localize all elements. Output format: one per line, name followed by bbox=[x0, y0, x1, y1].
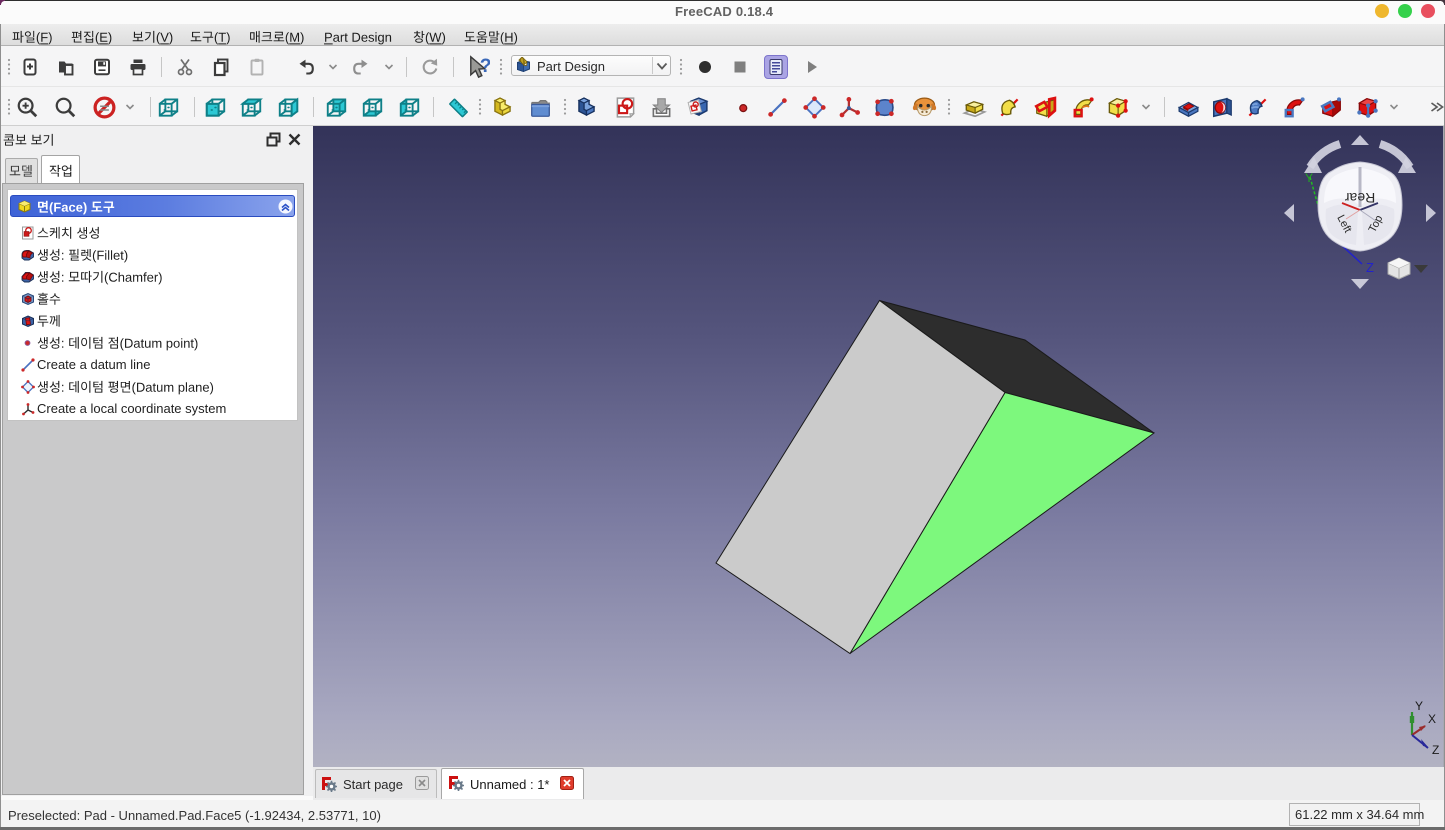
svg-text:Z: Z bbox=[1366, 260, 1374, 275]
svg-text:Rear: Rear bbox=[1344, 190, 1375, 206]
svg-text:Y: Y bbox=[1305, 171, 1313, 185]
svg-text:Y: Y bbox=[1415, 700, 1423, 713]
svg-text:?: ? bbox=[480, 56, 490, 77]
svg-text:Z: Z bbox=[1432, 743, 1439, 757]
svg-text:X: X bbox=[1428, 712, 1436, 726]
